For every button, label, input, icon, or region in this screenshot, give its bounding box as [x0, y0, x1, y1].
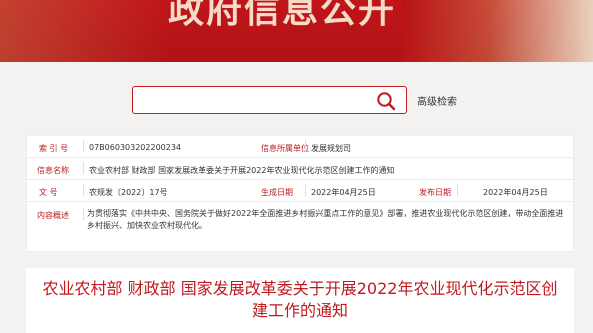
info-row-docno: 文 号 农规发〔2022〕17号 生成日期 2022年04月25日 发布日期 2…	[27, 180, 575, 202]
banner-wheat-left-decoration	[0, 0, 170, 62]
divider	[83, 162, 84, 174]
article-card: 农业农村部 财政部 国家发展改革委关于开展2022年农业现代化示范区创建工作的通…	[26, 268, 574, 333]
name-value: 农业农村部 财政部 国家发展改革委关于开展2022年农业现代化示范区创建工作的通…	[89, 166, 395, 175]
created-value: 2022年04月25日	[311, 188, 376, 197]
search-box	[132, 86, 407, 114]
category-label: 信息所属单位	[261, 144, 309, 153]
divider	[305, 184, 306, 196]
advanced-search-link[interactable]: 高级检索	[417, 93, 457, 108]
article-title: 农业农村部 财政部 国家发展改革委关于开展2022年农业现代化示范区创建工作的通…	[42, 279, 558, 320]
header-banner: 政府信息公开	[0, 0, 593, 62]
summary-label: 内容概述	[37, 211, 69, 220]
divider	[457, 184, 458, 196]
created-label: 生成日期	[261, 188, 293, 197]
divider	[83, 208, 84, 220]
info-row-name: 信息名称 农业农村部 财政部 国家发展改革委关于开展2022年农业现代化示范区创…	[27, 158, 575, 180]
info-row-index: 索 引 号 07B060303202200234 信息所属单位 发展规划司	[27, 136, 575, 158]
info-table: 索 引 号 07B060303202200234 信息所属单位 发展规划司 信息…	[26, 135, 575, 252]
doc-no-label: 文 号	[39, 188, 58, 197]
info-row-summary: 内容概述 为贯彻落实《中共中央、国务院关于做好2022年全面推进乡村振兴重点工作…	[27, 202, 575, 252]
category-value: 发展规划司	[311, 144, 351, 153]
index-no-label: 索 引 号	[39, 144, 69, 153]
search-icon[interactable]	[376, 91, 396, 111]
index-no-value: 07B060303202200234	[89, 143, 182, 152]
doc-no-value: 农规发〔2022〕17号	[89, 188, 168, 197]
divider	[83, 184, 84, 196]
published-value: 2022年04月25日	[483, 188, 548, 197]
name-label: 信息名称	[37, 166, 69, 175]
search-input[interactable]	[139, 90, 374, 110]
divider	[305, 140, 306, 152]
summary-value: 为贯彻落实《中共中央、国务院关于做好2022年全面推进乡村振兴重点工作的意见》部…	[87, 209, 564, 230]
banner-title: 政府信息公开	[168, 0, 397, 31]
divider	[83, 140, 84, 152]
published-label: 发布日期	[419, 188, 451, 197]
banner-wheat-right-decoration	[403, 0, 593, 62]
